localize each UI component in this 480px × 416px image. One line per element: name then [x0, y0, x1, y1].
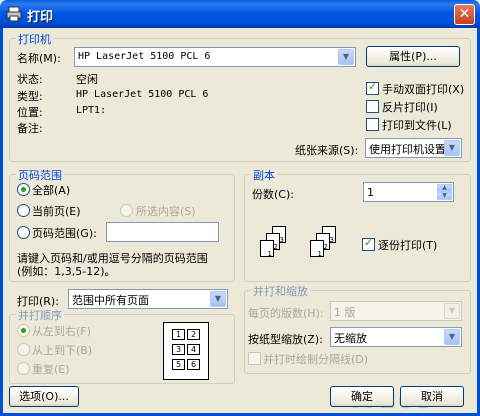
printer-group-title: 打印机 [16, 31, 53, 47]
order-top-to-bottom-radio[interactable] [17, 343, 30, 356]
print-order-group-title: 并打顺序 [16, 307, 64, 323]
pages-per-sheet-label: 每页的版数(H): [248, 307, 324, 320]
window-title: 打印 [27, 10, 54, 25]
chevron-down-icon: ▼ [210, 291, 226, 307]
chevron-down-icon: ▼ [444, 303, 460, 319]
pages-per-sheet-value: 1 版 [334, 306, 356, 319]
print-to-file-label[interactable]: 打印到文件(L) [382, 117, 452, 133]
paper-source-label: 纸张来源(S): [295, 144, 359, 157]
status-value: 空闲 [76, 73, 98, 86]
scale-value: 无缩放 [334, 332, 367, 345]
spin-down-icon[interactable]: ▼ [437, 192, 452, 200]
close-button[interactable]: ✕ [454, 4, 475, 25]
options-button[interactable]: 选项(O)... [9, 386, 79, 407]
page-range-hint-line2: (例如：1,3,5-12)。 [17, 265, 116, 278]
scale-label: 按纸型缩放(Z): [248, 333, 323, 346]
page-range-pages-radio[interactable] [17, 226, 30, 239]
title-bar: 打印 ✕ [0, 0, 480, 28]
order-preview-cell: 2 [187, 329, 200, 340]
order-left-to-right-radio[interactable] [17, 324, 30, 337]
collate-label[interactable]: 逐份打印(T) [378, 237, 437, 253]
status-label: 状态: [17, 73, 43, 86]
manual-duplex-label[interactable]: 手动双面打印(X) [382, 81, 464, 97]
order-preview-sheet: 1 2 3 4 5 6 [163, 322, 209, 380]
order-preview-cell: 4 [187, 344, 200, 355]
order-top-to-bottom-label[interactable]: 从上到下(B) [32, 342, 92, 358]
chevron-down-icon: ▼ [444, 329, 460, 345]
cancel-button[interactable]: 取消 [400, 386, 464, 407]
spin-up-icon[interactable]: ▲ [437, 184, 452, 192]
manual-duplex-checkbox[interactable] [366, 80, 379, 95]
order-preview-cell: 3 [172, 344, 185, 355]
print-what-select[interactable]: 范围中所有页面 ▼ [68, 289, 228, 309]
location-label: 位置: [17, 106, 43, 119]
collate-page: 1 [310, 240, 324, 258]
paper-source-select[interactable]: 使用打印机设置 ▼ [365, 138, 462, 158]
copies-count-value: 1 [367, 186, 374, 199]
printer-name-select[interactable]: HP LaserJet 5100 PCL 6 ▼ [74, 47, 356, 67]
type-label: 类型: [17, 90, 43, 103]
order-repeat-radio[interactable] [17, 362, 30, 375]
scale-select[interactable]: 无缩放 ▼ [330, 327, 462, 347]
page-range-selection-label[interactable]: 所选内容(S) [136, 203, 196, 219]
print-what-value: 范围中所有页面 [72, 294, 149, 307]
page-range-selection-radio[interactable] [120, 204, 133, 217]
page-range-current-radio[interactable] [17, 204, 30, 217]
paper-source-value: 使用打印机设置 [369, 143, 446, 156]
printer-icon [6, 6, 22, 22]
collate-checkbox[interactable] [362, 236, 375, 251]
print-to-file-checkbox[interactable] [366, 118, 379, 131]
chevron-down-icon: ▼ [338, 49, 354, 65]
order-preview-cell: 1 [172, 329, 185, 340]
location-value: LPT1: [76, 105, 107, 116]
page-range-pages-label[interactable]: 页码范围(G): [32, 225, 97, 241]
reverse-print-checkbox[interactable] [366, 100, 379, 113]
draw-borders-label[interactable]: 并打时绘制分隔线(D) [263, 351, 368, 367]
page-range-input[interactable] [106, 222, 219, 242]
chevron-down-icon: ▼ [444, 140, 460, 156]
comment-label: 备注: [17, 122, 43, 135]
order-left-to-right-label[interactable]: 从左到右(F) [32, 323, 91, 339]
printer-name-label: 名称(M): [17, 52, 61, 65]
ok-button[interactable]: 确定 [330, 386, 394, 407]
properties-button[interactable]: 属性(P)... [366, 46, 460, 67]
collate-page: 1 [260, 240, 274, 258]
page-range-all-label[interactable]: 全部(A) [32, 182, 70, 198]
order-repeat-label[interactable]: 重复(E) [32, 361, 70, 377]
copies-group-title: 副本 [251, 167, 277, 183]
pages-per-sheet-select[interactable]: 1 版 ▼ [330, 301, 462, 321]
draw-borders-checkbox[interactable] [248, 352, 261, 365]
page-range-group-title: 页码范围 [16, 167, 64, 183]
page-range-current-label[interactable]: 当前页(E) [32, 203, 81, 219]
printer-name-value: HP LaserJet 5100 PCL 6 [78, 51, 211, 62]
page-range-all-radio[interactable] [17, 183, 30, 196]
copies-count-spinner[interactable]: 1 ▲ ▼ [363, 182, 454, 202]
type-value: HP LaserJet 5100 PCL 6 [76, 89, 209, 100]
zoom-group-title: 并打和缩放 [251, 283, 310, 299]
reverse-print-label[interactable]: 反片打印(I) [382, 99, 438, 115]
copies-count-label: 份数(C): [252, 188, 294, 201]
order-preview-cell: 6 [187, 359, 200, 370]
order-preview-cell: 5 [172, 359, 185, 370]
